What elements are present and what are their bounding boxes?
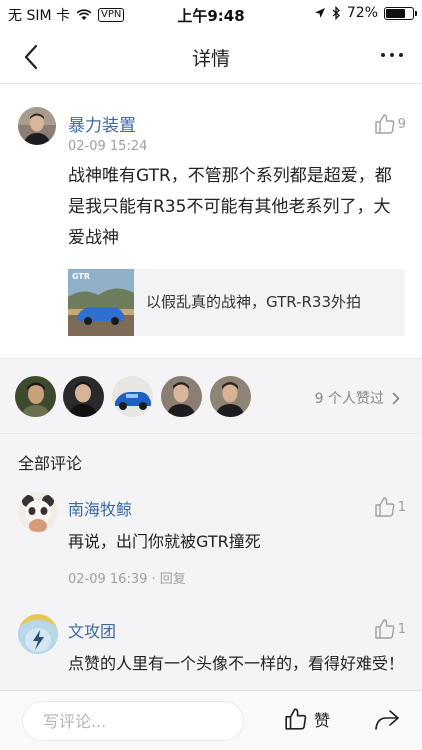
- comment-text: 点赞的人里有一个头像不一样的，看得好难受！: [68, 654, 405, 673]
- more-button[interactable]: [372, 40, 412, 70]
- nav-bar: 详情: [0, 28, 422, 84]
- liker-avatar[interactable]: [210, 376, 251, 417]
- page-title: 详情: [191, 48, 230, 70]
- link-card[interactable]: GTR 以假乱真的战神，GTR-R33外拍: [68, 269, 405, 336]
- more-dot-icon: [399, 53, 403, 57]
- status-bar: 无 SIM 卡 VPN 上午9:48 72%: [0, 0, 422, 28]
- comment-meta: 02-09 16:39 · 回复: [68, 572, 186, 587]
- likers-count-label: 9 个人赞过: [314, 391, 384, 407]
- thumbs-up-icon: [375, 497, 395, 517]
- likers-row[interactable]: 9 个人赞过: [0, 358, 422, 434]
- share-button[interactable]: [372, 705, 402, 735]
- status-right: 72%: [314, 5, 417, 21]
- location-arrow-icon: [314, 8, 325, 18]
- chevron-right-icon: [392, 392, 400, 404]
- comment-text: 再说，出门你就被GTR撞死: [68, 532, 261, 551]
- comment-like-count: 1: [397, 621, 406, 637]
- commenter-name[interactable]: 南海牧鲸: [68, 496, 132, 520]
- comment-item: 文攻团 1 点赞的人里有一个头像不一样的，看得好难受！: [0, 614, 422, 690]
- liker-avatar[interactable]: [15, 376, 56, 417]
- battery-percent: 72%: [346, 5, 378, 21]
- comment-item: 南海牧鲸 1 再说，出门你就被GTR撞死 02-09 16:39 · 回复: [0, 492, 422, 588]
- post-like-count: 9: [397, 116, 406, 132]
- link-thumb-label: GTR: [72, 272, 90, 281]
- likes-and-comments: 9 个人赞过 全部评论 南海牧鲸 1 再说，出门你就被GTR撞死 02-09 1…: [0, 358, 422, 690]
- post-like-button[interactable]: 9: [374, 113, 406, 135]
- like-button[interactable]: 赞: [284, 707, 330, 731]
- reply-button[interactable]: 回复: [160, 572, 186, 587]
- commenter-name[interactable]: 文攻团: [68, 618, 116, 642]
- share-arrow-icon: [375, 710, 399, 730]
- comment-time: 02-09 16:39: [68, 572, 148, 587]
- more-dot-icon: [381, 53, 385, 57]
- likers-count[interactable]: 9 个人赞过: [315, 388, 400, 408]
- liker-avatar[interactable]: [63, 376, 104, 417]
- thumbs-up-icon: [375, 619, 395, 639]
- comment-like-button[interactable]: 1: [374, 496, 406, 518]
- comment-like-button[interactable]: 1: [374, 618, 406, 640]
- link-thumbnail: GTR: [68, 269, 134, 336]
- bottom-bar: 赞: [0, 690, 422, 750]
- author-name[interactable]: 暴力装置: [68, 111, 136, 136]
- thumbs-up-icon: [285, 708, 307, 730]
- commenter-avatar[interactable]: [18, 614, 58, 654]
- thumbs-up-icon: [375, 114, 395, 134]
- more-dot-icon: [390, 53, 394, 57]
- comment-like-count: 1: [397, 499, 406, 515]
- liker-avatar[interactable]: [161, 376, 202, 417]
- link-title: 以假乱真的战神，GTR-R33外拍: [146, 293, 361, 311]
- post-time: 02-09 15:24: [68, 139, 148, 154]
- battery-icon: [384, 6, 417, 20]
- main-post: 暴力装置 02-09 15:24 9 战神唯有GTR，不管那个系列都是超爱，都是…: [0, 85, 422, 358]
- battery-fill: [386, 8, 405, 18]
- author-avatar[interactable]: [18, 107, 56, 145]
- commenter-avatar[interactable]: [18, 492, 58, 532]
- post-text: 战神唯有GTR，不管那个系列都是超爱，都是我只能有R35不可能有其他老系列了，大…: [68, 166, 392, 248]
- liker-avatar[interactable]: [112, 376, 153, 417]
- like-label: 赞: [314, 711, 331, 730]
- comment-input[interactable]: [22, 701, 244, 741]
- comments-heading: 全部评论: [18, 454, 83, 473]
- bluetooth-icon: [332, 6, 340, 20]
